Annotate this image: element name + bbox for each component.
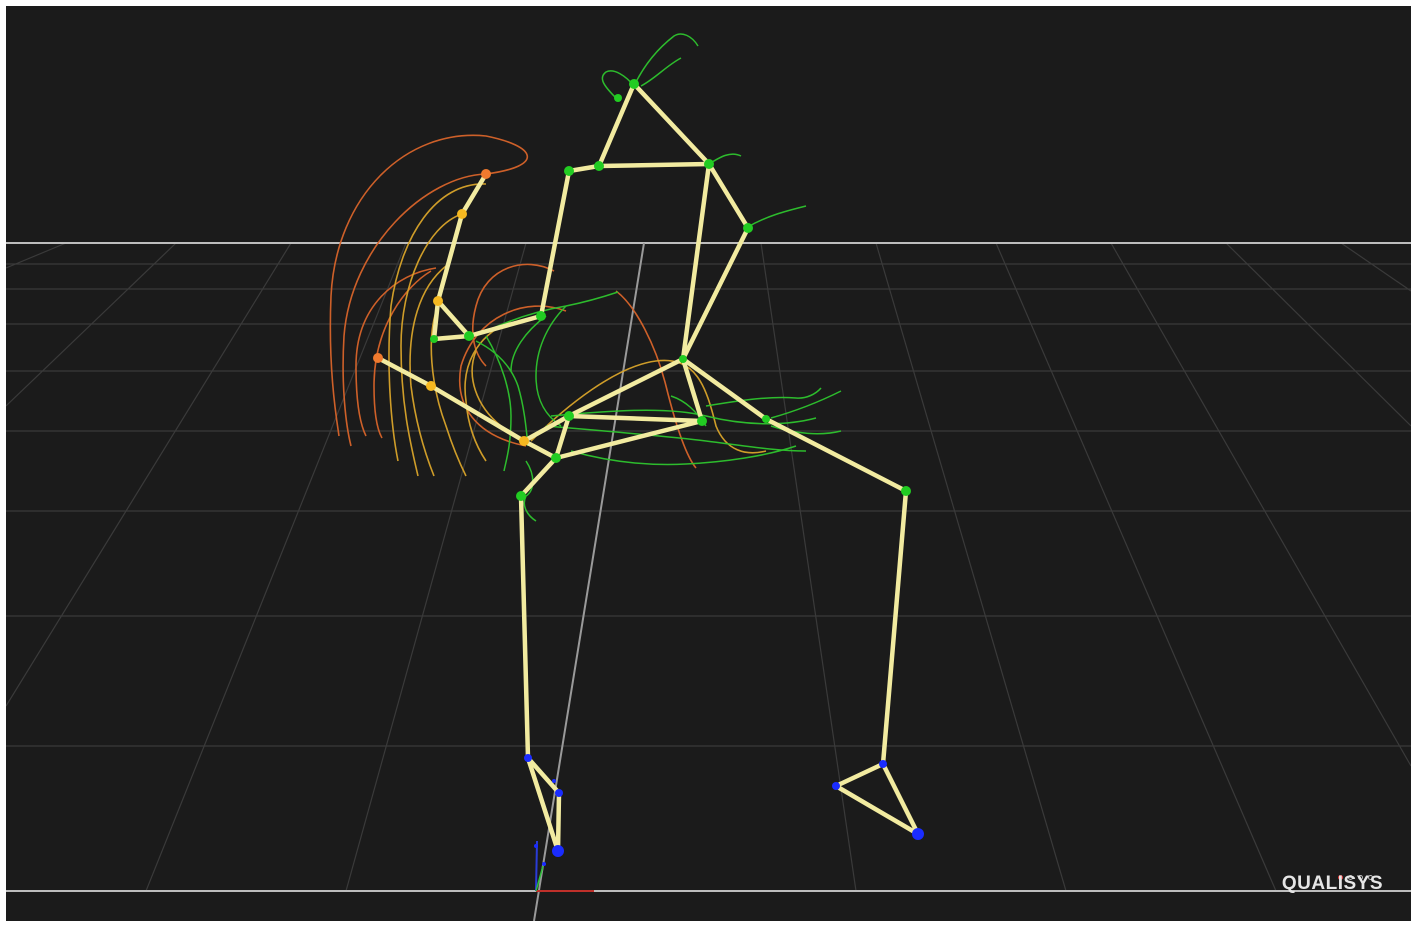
brand-logo: QUALISYS xyxy=(1281,873,1383,894)
3d-viewport[interactable]: QUALISYS xyxy=(6,6,1411,921)
marker-trails-yellow xyxy=(388,183,767,477)
motion-capture-scene[interactable] xyxy=(6,6,1411,921)
grid-axes xyxy=(6,242,1411,921)
skeleton-bones xyxy=(375,81,921,854)
floor-grid xyxy=(6,242,1411,892)
